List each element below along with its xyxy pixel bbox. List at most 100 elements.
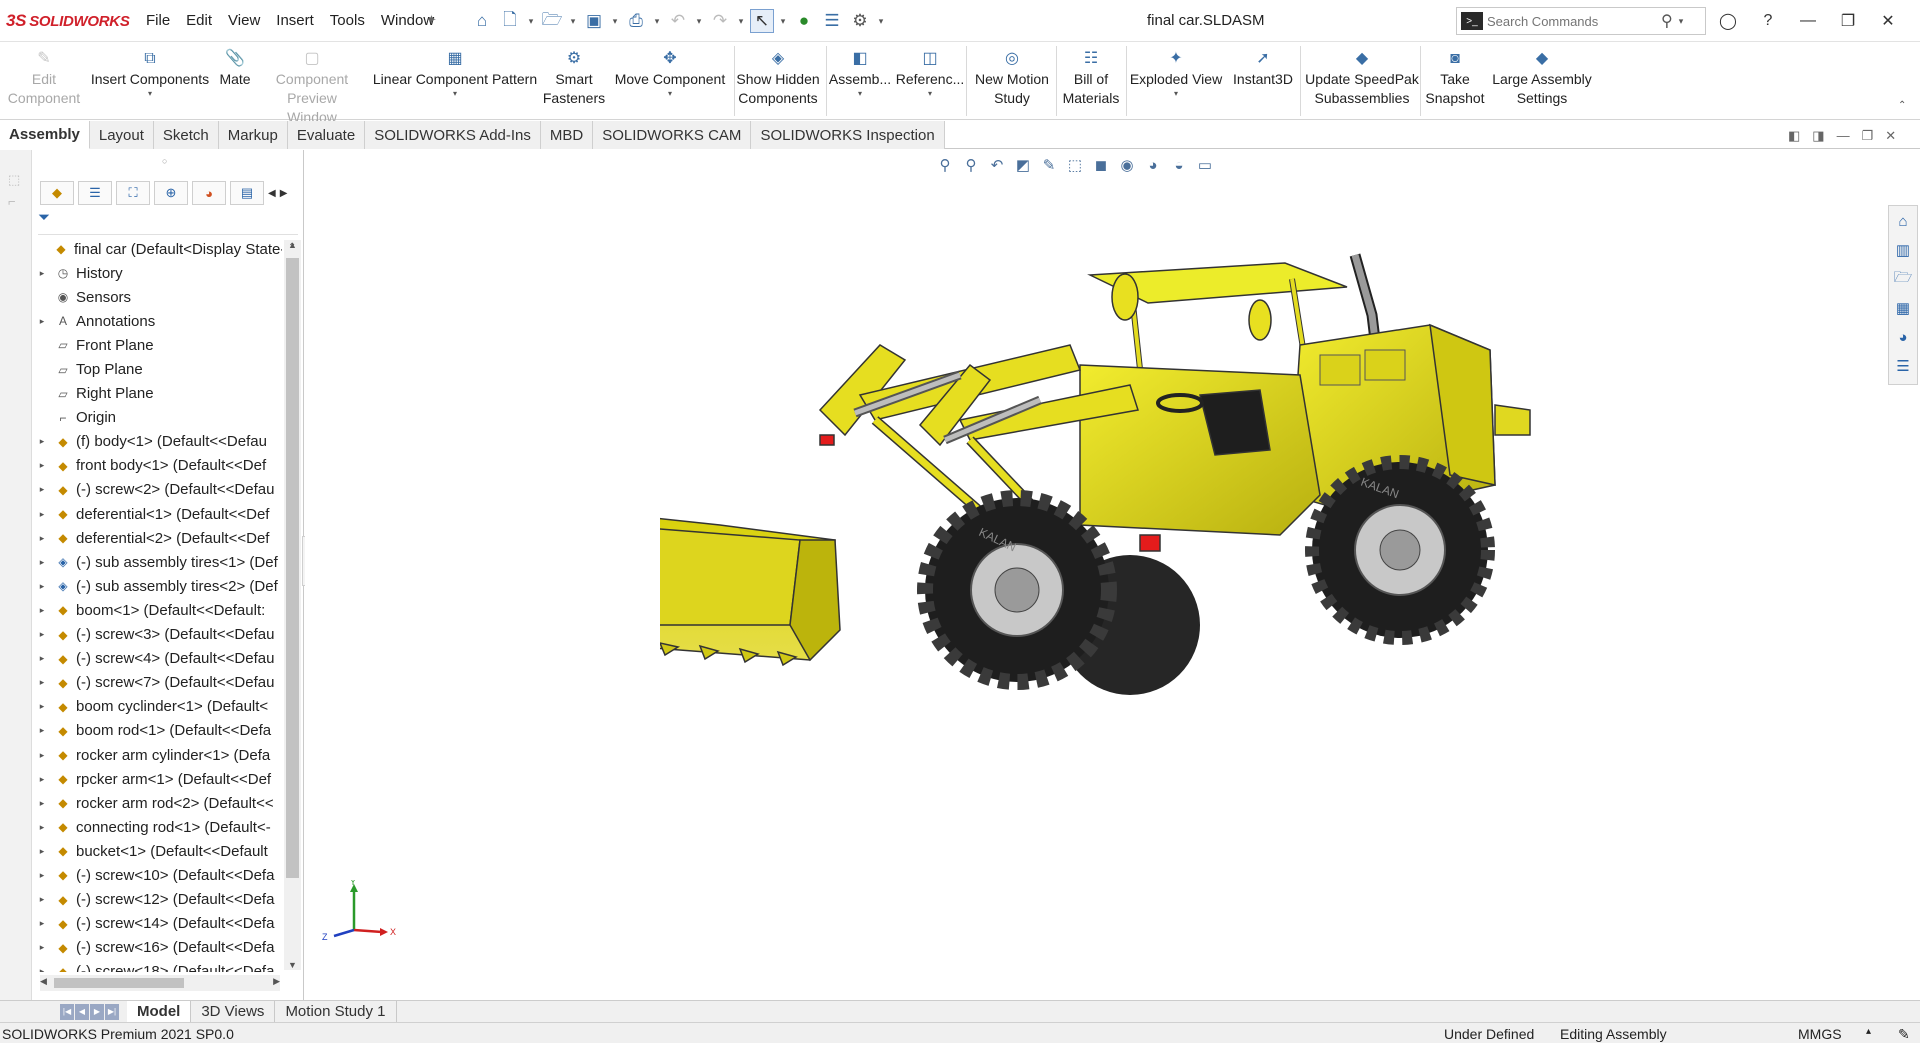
mate-button[interactable]: 📎 Mate xyxy=(212,48,258,89)
filter-icon[interactable]: ⏷ xyxy=(38,209,50,226)
tab-mbd[interactable]: MBD xyxy=(540,121,594,149)
print-icon[interactable]: ⎙ xyxy=(624,9,648,33)
tab-motion-study-1[interactable]: Motion Study 1 xyxy=(275,1000,397,1023)
tree-filter[interactable]: ⏷ xyxy=(38,209,298,235)
search-dropdown-icon[interactable]: ▾ xyxy=(1679,16,1684,27)
section-view-icon[interactable]: ◩ xyxy=(1013,156,1033,174)
expand-arrow-icon[interactable]: ▸ xyxy=(36,581,48,592)
tree-item[interactable]: ▸ ◆ (-) screw<2> (Default<<Defau xyxy=(34,478,282,502)
tree-item[interactable]: ▸ ◆ bucket<1> (Default<<Default xyxy=(34,839,282,863)
expand-arrow-icon[interactable]: ▸ xyxy=(36,846,48,857)
next-tab-icon[interactable]: ▶ xyxy=(90,1003,104,1020)
unit-system-dropdown-icon[interactable]: ▴ xyxy=(1866,1026,1871,1037)
update-speedpak-button[interactable]: ◆ Update SpeedPak Subassemblies xyxy=(1302,48,1422,108)
tree-item[interactable]: ◉ Sensors xyxy=(34,285,282,309)
menu-insert[interactable]: Insert xyxy=(268,12,322,29)
dimxpert-tab-icon[interactable]: ⊕ xyxy=(154,181,188,205)
open-folder-icon[interactable]: 🗁 xyxy=(540,9,564,33)
status-options-icon[interactable]: ✎ xyxy=(1898,1026,1910,1043)
expand-arrow-icon[interactable]: ▸ xyxy=(36,701,48,712)
file-explorer-icon[interactable]: 🗁 xyxy=(1891,267,1915,291)
tree-horizontal-scrollbar[interactable]: ◀ ▶ xyxy=(40,975,280,991)
tree-item[interactable]: ▱ Top Plane xyxy=(34,357,282,381)
feature-manager-tab-icon[interactable]: ◆ xyxy=(40,181,74,205)
tab-solidworks-cam[interactable]: SOLIDWORKS CAM xyxy=(593,121,752,149)
redo-dropdown-icon[interactable]: ▾ xyxy=(736,16,746,27)
linear-component-pattern-button[interactable]: ▦ Linear Component Pattern ▾ xyxy=(370,48,540,99)
tree-item[interactable]: ▸ ◆ (-) screw<16> (Default<<Defa xyxy=(34,936,282,960)
reference-geometry-dropdown-icon[interactable]: ▾ xyxy=(928,89,932,99)
save-icon[interactable]: ▣ xyxy=(582,9,606,33)
hscroll-thumb[interactable] xyxy=(54,978,184,988)
expand-arrow-icon[interactable]: ▸ xyxy=(36,533,48,544)
new-document-icon[interactable]: 🗋 xyxy=(498,9,522,33)
tree-item[interactable]: ▸ ◈ (-) sub assembly tires<2> (Def xyxy=(34,574,282,598)
expand-arrow-icon[interactable]: ▸ xyxy=(36,460,48,471)
design-library-icon[interactable]: ▥ xyxy=(1891,238,1915,262)
breadcrumb-icon[interactable]: ⬚ xyxy=(8,172,20,188)
apply-scene-icon[interactable]: ◒ xyxy=(1169,157,1189,174)
doc-minimize-icon[interactable]: — xyxy=(1837,128,1850,144)
bill-of-materials-button[interactable]: ☷ Bill of Materials xyxy=(1058,48,1124,108)
move-component-button[interactable]: ✥ Move Component ▾ xyxy=(610,48,730,99)
origin-toggle-icon[interactable]: ⌐ xyxy=(8,194,16,209)
tree-item[interactable]: ▸ ◆ boom rod<1> (Default<<Defa xyxy=(34,719,282,743)
undo-icon[interactable]: ↶ xyxy=(666,9,690,33)
wheel-loader-model[interactable]: KALAN KALAN xyxy=(660,235,1540,825)
exploded-view-dropdown-icon[interactable]: ▾ xyxy=(1174,89,1178,99)
view-palette-icon[interactable]: ▦ xyxy=(1891,296,1915,320)
search-commands-box[interactable]: >_ ⚲ ▾ xyxy=(1456,7,1706,35)
new-motion-study-button[interactable]: ◎ New Motion Study xyxy=(970,48,1054,108)
expand-arrow-icon[interactable]: ▸ xyxy=(36,509,48,520)
display-manager-tab-icon[interactable]: ◕ xyxy=(192,181,226,205)
edit-appearance-icon[interactable]: ◕ xyxy=(1143,157,1163,174)
file-properties-icon[interactable]: ☰ xyxy=(820,9,844,33)
scroll-thumb[interactable] xyxy=(286,258,299,878)
view-orientation-icon[interactable]: ⬚ xyxy=(1065,156,1085,174)
insert-components-dropdown-icon[interactable]: ▾ xyxy=(148,89,152,99)
tab-3d-views[interactable]: 3D Views xyxy=(191,1000,276,1023)
search-icon[interactable]: ⚲ xyxy=(1661,11,1673,31)
tab-markup[interactable]: Markup xyxy=(218,121,288,149)
menu-tools[interactable]: Tools xyxy=(322,12,373,29)
new-dropdown-icon[interactable]: ▾ xyxy=(526,16,536,27)
tree-item[interactable]: ▸ A Annotations xyxy=(34,309,282,333)
options-dropdown-icon[interactable]: ▾ xyxy=(876,16,886,27)
tree-item[interactable]: ◆ final car (Default<Display State-1 xyxy=(34,237,282,261)
tree-item[interactable]: ▸ ◆ rocker arm rod<2> (Default<< xyxy=(34,791,282,815)
scroll-down-icon[interactable]: ▼ xyxy=(288,960,297,970)
tree-item[interactable]: ▸ ◆ (-) screw<18> (Default<<Defa xyxy=(34,960,282,972)
display-style-icon[interactable]: ◼ xyxy=(1091,156,1111,174)
prev-tab-icon[interactable]: ◀ xyxy=(75,1003,89,1020)
ribbon-collapse-icon[interactable]: ⌃ xyxy=(1898,100,1906,111)
expand-arrow-icon[interactable]: ▸ xyxy=(36,653,48,664)
tree-item[interactable]: ▸ ◆ (-) screw<3> (Default<<Defau xyxy=(34,623,282,647)
expand-arrow-icon[interactable]: ▸ xyxy=(36,894,48,905)
minimize-icon[interactable]: — xyxy=(1788,12,1828,30)
menu-edit[interactable]: Edit xyxy=(178,12,220,29)
zoom-to-fit-icon[interactable]: ⚲ xyxy=(935,156,955,174)
tab-layout[interactable]: Layout xyxy=(89,121,154,149)
tab-evaluate[interactable]: Evaluate xyxy=(287,121,366,149)
expand-arrow-icon[interactable]: ▸ xyxy=(36,942,48,953)
hide-show-items-icon[interactable]: ◉ xyxy=(1117,156,1137,174)
menu-file[interactable]: File xyxy=(138,12,178,29)
tree-item[interactable]: ▸ ◷ History xyxy=(34,261,282,285)
panel-grip-icon[interactable]: ○ xyxy=(162,156,167,166)
take-snapshot-button[interactable]: ◙ Take Snapshot xyxy=(1424,48,1486,108)
close-icon[interactable]: ✕ xyxy=(1868,11,1908,31)
smart-fasteners-button[interactable]: ⚙ Smart Fasteners xyxy=(543,48,605,108)
expand-arrow-icon[interactable]: ▸ xyxy=(36,725,48,736)
expand-arrow-icon[interactable]: ▸ xyxy=(36,605,48,616)
tree-item[interactable]: ▸ ◆ (f) body<1> (Default<<Defau xyxy=(34,430,282,454)
options-gear-icon[interactable]: ⚙ xyxy=(848,9,872,33)
component-preview-window-button[interactable]: ▢ Component Preview Window xyxy=(262,48,362,127)
expand-arrow-icon[interactable]: ▸ xyxy=(36,798,48,809)
tree-collapse-icon[interactable]: ⌃ xyxy=(288,242,296,253)
redo-icon[interactable]: ↷ xyxy=(708,9,732,33)
assembly-features-dropdown-icon[interactable]: ▾ xyxy=(858,89,862,99)
doc-close-icon[interactable]: ✕ xyxy=(1885,128,1896,144)
panel-tabs-prev-icon[interactable]: ◀ xyxy=(268,188,276,199)
tree-item[interactable]: ⌐ Origin xyxy=(34,406,282,430)
restore-icon[interactable]: ❐ xyxy=(1828,11,1868,31)
